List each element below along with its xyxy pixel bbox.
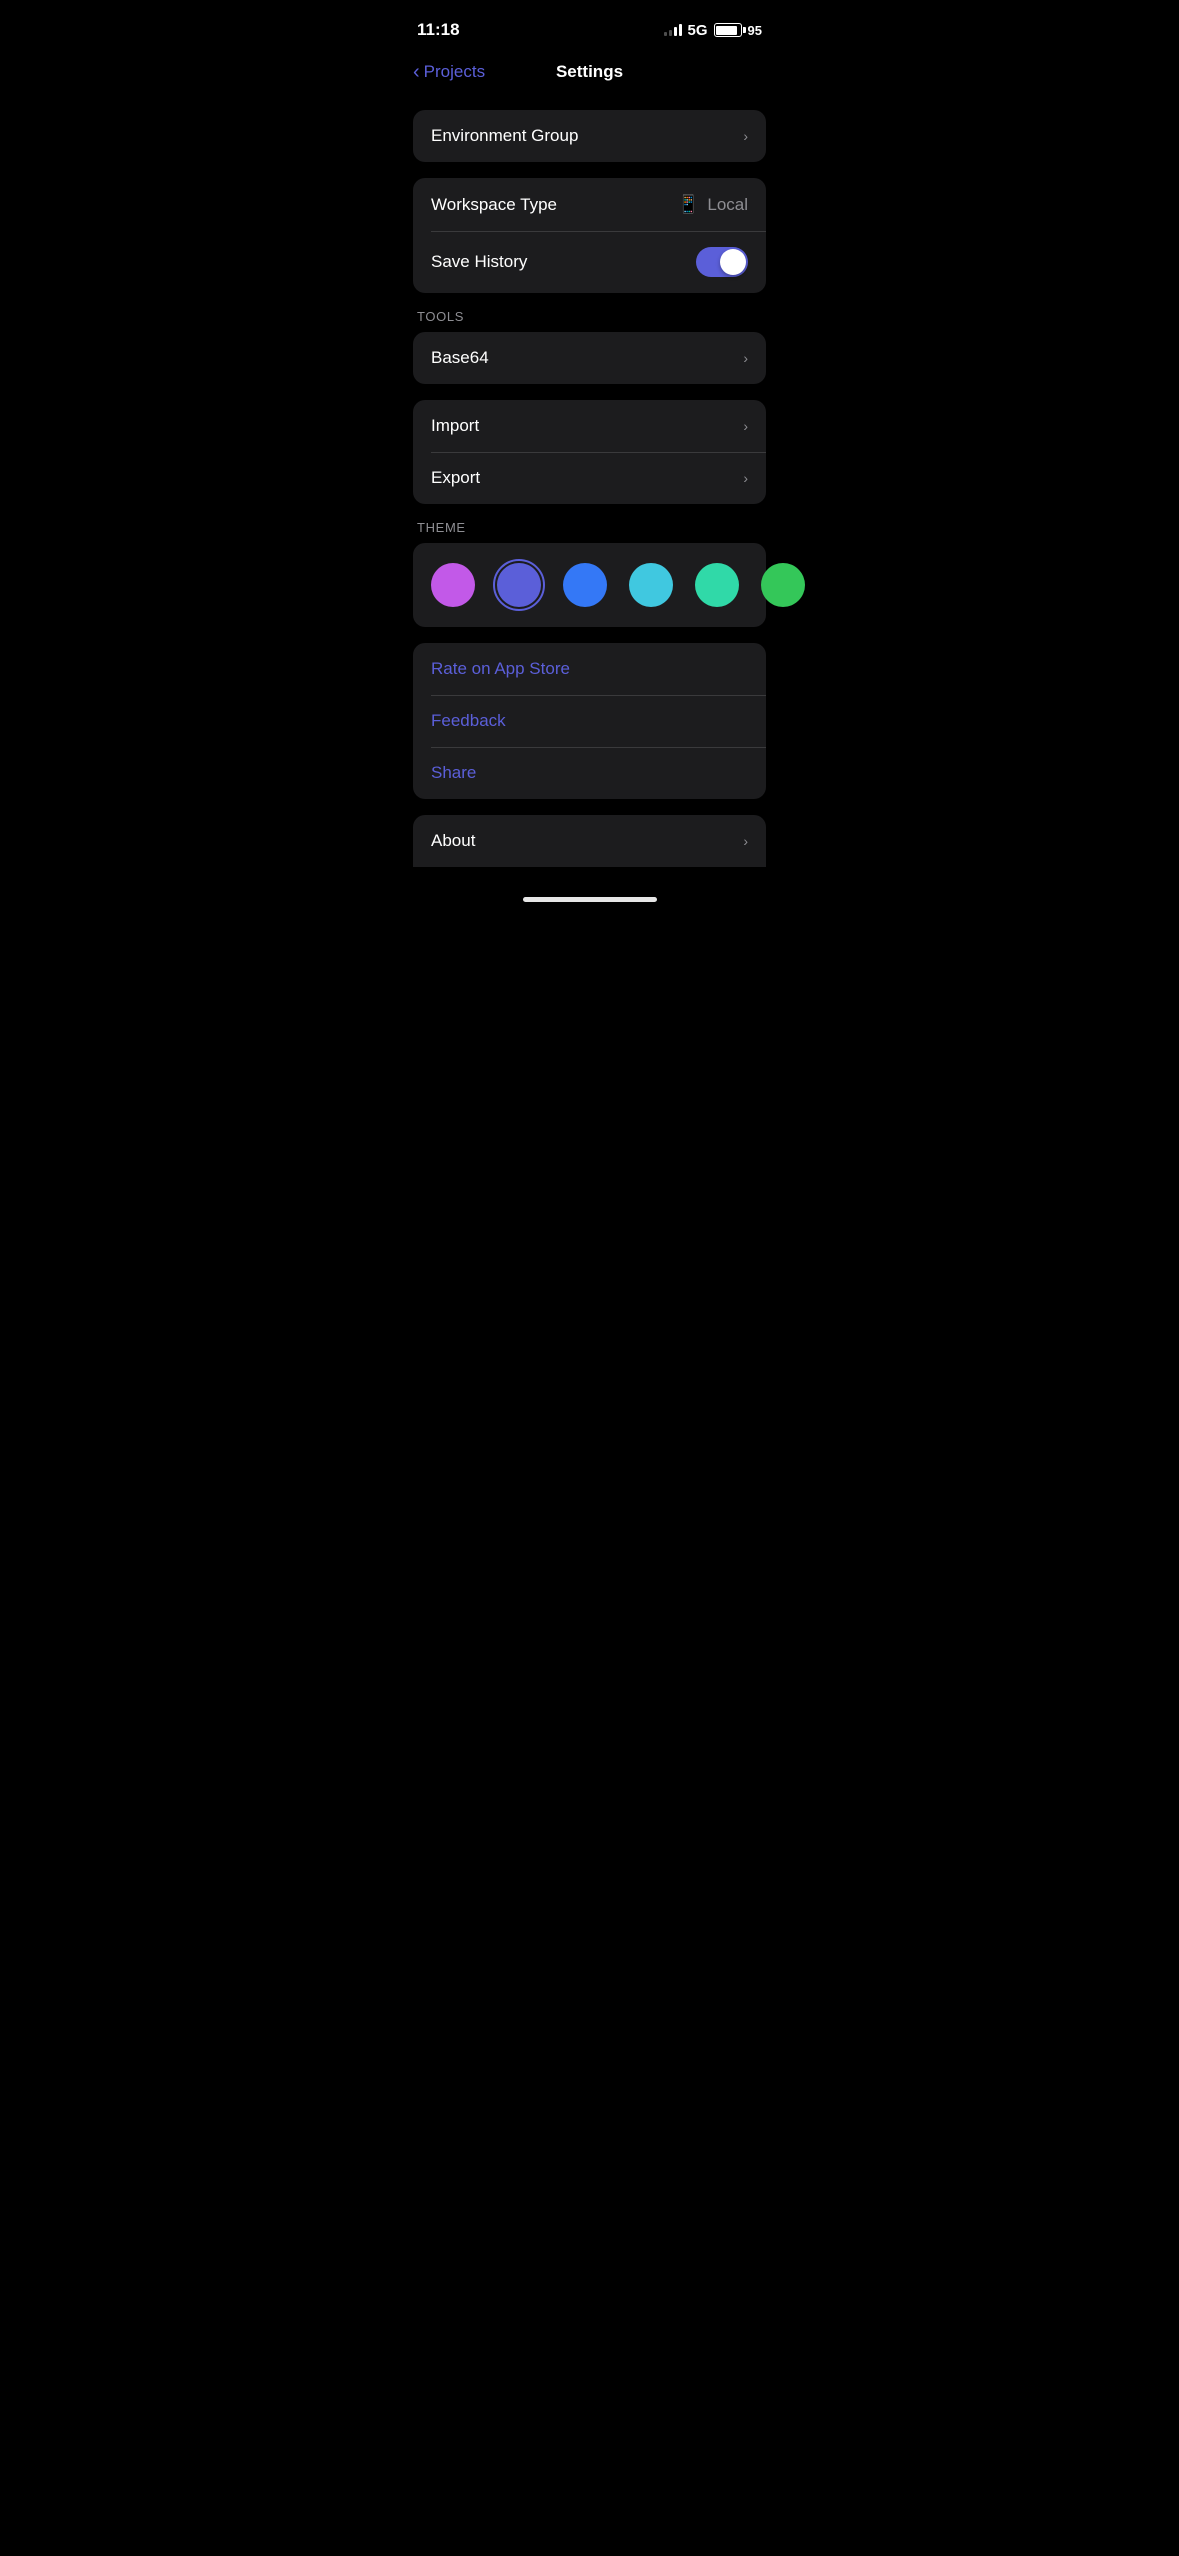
network-label: 5G [688, 22, 708, 39]
theme-indigo[interactable] [497, 563, 541, 607]
environment-group-card: Environment Group › [413, 110, 766, 162]
signal-bar-4 [679, 24, 682, 36]
workspace-type-row[interactable]: Workspace Type 📱 Local [413, 178, 766, 231]
import-row[interactable]: Import › [413, 400, 766, 452]
export-label: Export [431, 468, 480, 488]
status-right: 5G 95 [664, 22, 762, 39]
theme-section-header: THEME [413, 520, 766, 543]
feedback-label: Feedback [431, 711, 506, 731]
base64-chevron-icon: › [743, 350, 748, 366]
theme-circles [431, 563, 748, 607]
environment-group-label: Environment Group [431, 126, 578, 146]
signal-bar-1 [664, 32, 667, 36]
back-label: Projects [424, 62, 485, 82]
environment-group-row[interactable]: Environment Group › [413, 110, 766, 162]
workspace-type-label: Workspace Type [431, 195, 557, 215]
toggle-thumb [720, 249, 746, 275]
status-bar: 11:18 5G 95 [393, 0, 786, 54]
status-time: 11:18 [417, 20, 460, 40]
back-chevron-icon: ‹ [413, 62, 420, 82]
nav-bar: ‹ Projects Settings [393, 54, 786, 94]
feedback-card: Rate on App Store Feedback Share [413, 643, 766, 799]
export-right: › [743, 470, 748, 486]
environment-group-right: › [743, 128, 748, 144]
workspace-card: Workspace Type 📱 Local Save History [413, 178, 766, 293]
import-right: › [743, 418, 748, 434]
battery: 95 [714, 23, 762, 38]
home-bar [523, 897, 657, 902]
battery-percent: 95 [748, 23, 762, 38]
signal-bar-2 [669, 30, 672, 36]
workspace-type-right: 📱 Local [677, 194, 748, 215]
import-chevron-icon: › [743, 418, 748, 434]
export-row[interactable]: Export › [413, 452, 766, 504]
base64-label: Base64 [431, 348, 489, 368]
rate-app-store-row[interactable]: Rate on App Store [413, 643, 766, 695]
theme-purple[interactable] [431, 563, 475, 607]
theme-blue[interactable] [563, 563, 607, 607]
about-right: › [743, 833, 748, 849]
base64-row[interactable]: Base64 › [413, 332, 766, 384]
save-history-toggle[interactable] [696, 247, 748, 277]
about-row[interactable]: About › [413, 815, 766, 867]
rate-app-store-label: Rate on App Store [431, 659, 570, 679]
battery-body [714, 23, 742, 37]
device-icon: 📱 [677, 194, 699, 215]
back-button[interactable]: ‹ Projects [413, 62, 485, 82]
save-history-label: Save History [431, 252, 527, 272]
theme-green[interactable] [761, 563, 805, 607]
signal-bar-3 [674, 27, 677, 36]
environment-group-chevron-icon: › [743, 128, 748, 144]
base64-card: Base64 › [413, 332, 766, 384]
theme-sky[interactable] [629, 563, 673, 607]
import-export-card: Import › Export › [413, 400, 766, 504]
theme-teal[interactable] [695, 563, 739, 607]
export-chevron-icon: › [743, 470, 748, 486]
content: Environment Group › Workspace Type 📱 Loc… [393, 94, 786, 887]
battery-fill [716, 26, 737, 35]
feedback-row[interactable]: Feedback [413, 695, 766, 747]
save-history-row[interactable]: Save History [413, 231, 766, 293]
signal-bars [664, 24, 682, 36]
home-indicator [393, 887, 786, 908]
import-label: Import [431, 416, 479, 436]
about-label: About [431, 831, 475, 851]
share-label: Share [431, 763, 476, 783]
tools-section-header: TOOLS [413, 309, 766, 332]
workspace-type-value: Local [707, 195, 748, 215]
share-row[interactable]: Share [413, 747, 766, 799]
page-title: Settings [556, 62, 623, 82]
about-chevron-icon: › [743, 833, 748, 849]
theme-card [413, 543, 766, 627]
base64-right: › [743, 350, 748, 366]
about-card: About › [413, 815, 766, 867]
